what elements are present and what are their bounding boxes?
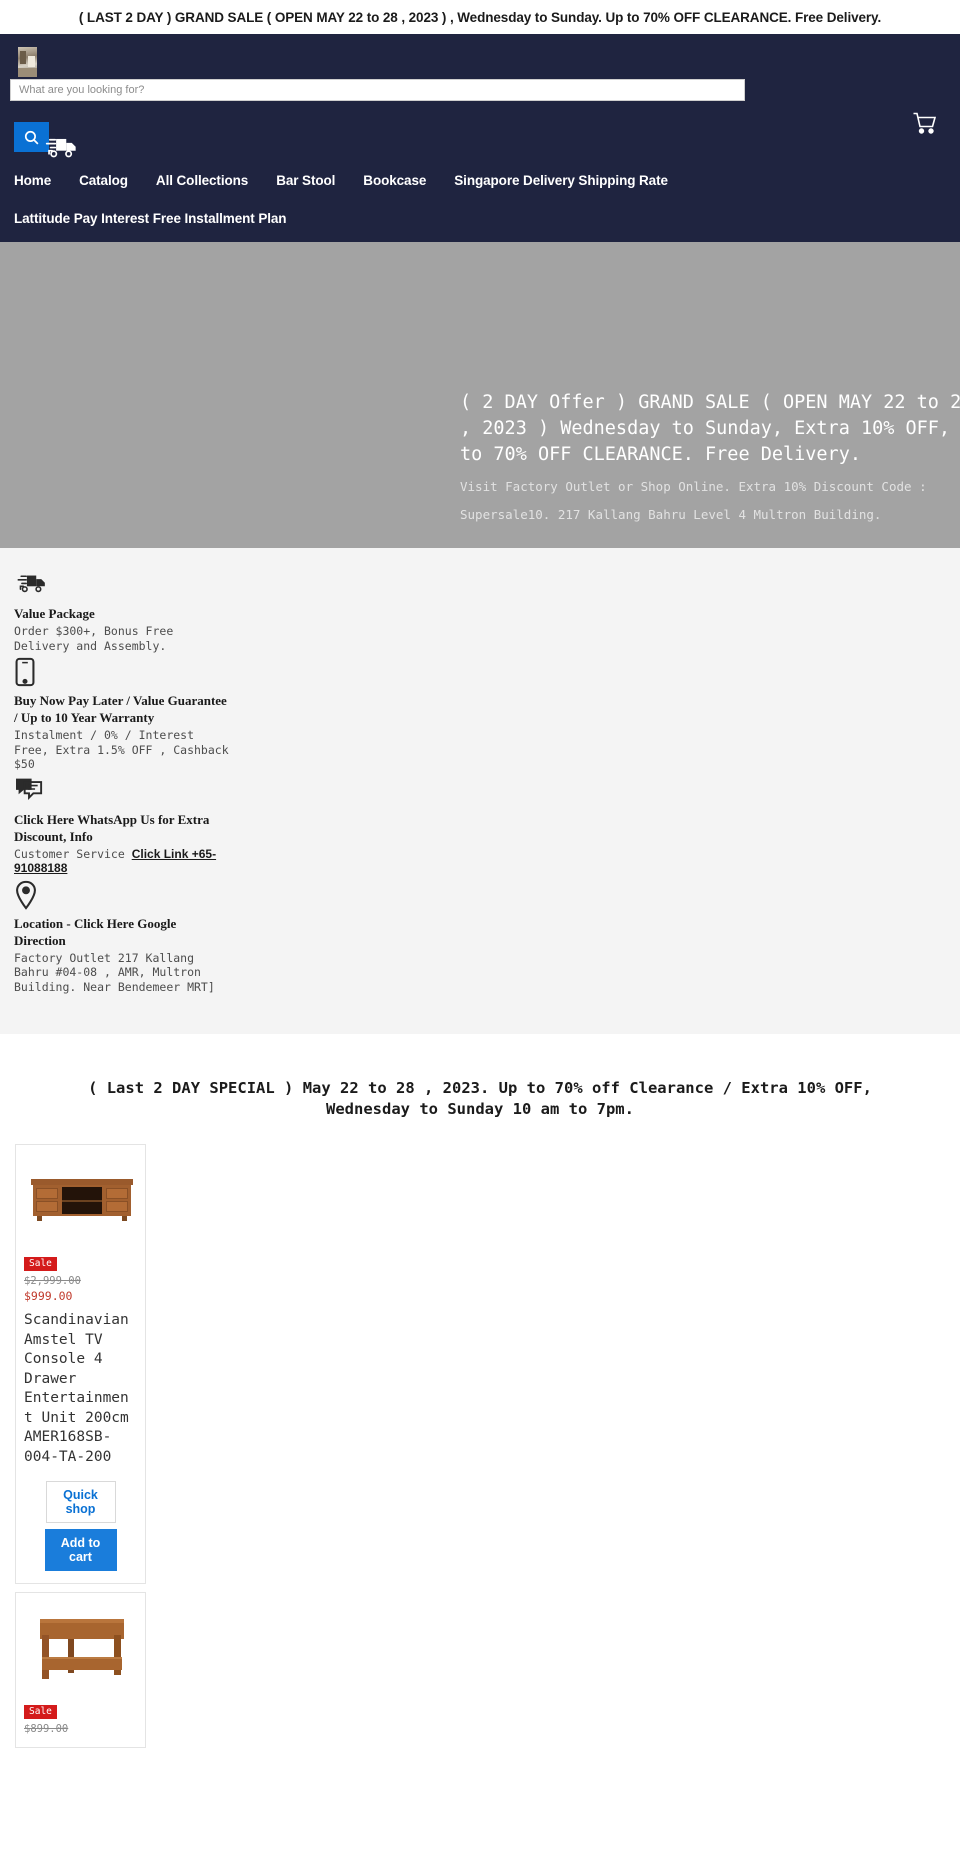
store-logo[interactable] [18,47,37,77]
nav-item-bookcase[interactable]: Bookcase [363,173,426,188]
hero-title-line-3: to 70% OFF CLEARANCE. Free Delivery. [460,444,861,465]
hero-subtitle-line-1: Visit Factory Outlet or Shop Online. Ext… [460,479,927,494]
feature-title: Location - Click Here Google Direction [14,915,177,948]
hero-title-line-1: ( 2 DAY Offer ) GRAND SALE ( OPEN MAY 22… [460,392,960,413]
map-pin-icon [14,880,229,910]
announcement-text: ( LAST 2 DAY ) GRAND SALE ( OPEN MAY 22 … [78,9,882,25]
delivery-truck-icon [14,570,229,600]
feature-text: Instalment / 0% / Interest Free, Extra 1… [14,728,229,771]
nav-row-primary: Home Catalog All Collections Bar Stool B… [14,162,960,198]
feature-title: Value Package [14,606,95,621]
mobile-phone-icon [14,657,229,687]
main-navigation: Home Catalog All Collections Bar Stool B… [0,162,960,238]
add-to-cart-button[interactable]: Add to cart [44,1529,117,1571]
list-item: Sale $899.00 [10,1592,960,1748]
hero-content: ( 2 DAY Offer ) GRAND SALE ( OPEN MAY 22… [460,390,960,548]
hero-banner: ( 2 DAY Offer ) GRAND SALE ( OPEN MAY 22… [0,242,960,548]
price-original: $2,999.00 [24,1275,81,1287]
feature-value-package: Value Package Order $300+, Bonus Free De… [14,570,229,653]
feature-text: Customer Service Click Link +65-91088188 [14,847,229,876]
nav-item-shipping-rate[interactable]: Singapore Delivery Shipping Rate [454,173,668,188]
nav-item-lattitude-pay[interactable]: Lattitude Pay Interest Free Installment … [14,211,287,226]
status-badge: Sale [24,1257,57,1271]
product-image-tv-console[interactable] [24,1161,139,1239]
status-badge: Sale [24,1705,57,1719]
collection-heading-line-1: ( Last 2 DAY SPECIAL ) May 22 to 28 , 20… [88,1079,872,1097]
feature-title: Click Here WhatsApp Us for Extra Discoun… [14,811,210,844]
search-input[interactable] [10,79,745,101]
hero-title-line-2: , 2023 ) Wednesday to Sunday, Extra 10% … [460,418,960,439]
tv-console-illustration [31,1179,133,1222]
side-table-illustration [36,1617,128,1681]
feature-title: Buy Now Pay Later / Value Guarantee / Up… [14,693,227,725]
list-item: Sale $2,999.00 $999.00 Scandinavian Amst… [10,1144,960,1584]
feature-whatsapp: Click Here WhatsApp Us for Extra Discoun… [14,776,229,876]
quick-shop-button[interactable]: Quick shop [45,1481,116,1523]
search-field-wrapper [10,79,745,101]
site-header: Home Catalog All Collections Bar Stool B… [0,34,960,242]
product-title[interactable]: Scandinavian Amstel TV Console 4 Drawer … [24,1311,137,1467]
hero-subtitle-line-2: Supersale10. 217 Kallang Bahru Level 4 M… [460,507,882,522]
nav-item-home[interactable]: Home [14,173,51,188]
price-original: $899.00 [24,1723,69,1735]
collection-heading: ( Last 2 DAY SPECIAL ) May 22 to 28 , 20… [0,1078,960,1120]
collection-heading-line-2: Wednesday to Sunday 10 am to 7pm. [326,1100,634,1118]
feature-buy-now-pay-later: Buy Now Pay Later / Value Guarantee / Up… [14,657,229,772]
announcement-bar: ( LAST 2 DAY ) GRAND SALE ( OPEN MAY 22 … [0,0,960,34]
features-section: Value Package Order $300+, Bonus Free De… [0,548,960,1034]
nav-item-bar-stool[interactable]: Bar Stool [276,173,335,188]
product-grid: Sale $2,999.00 $999.00 Scandinavian Amst… [0,1144,960,1748]
feature-location: Location - Click Here Google Direction F… [14,880,229,995]
collection-section: ( Last 2 DAY SPECIAL ) May 22 to 28 , 20… [0,1034,960,1748]
cart-button[interactable] [912,110,938,136]
feature-text: Factory Outlet 217 Kallang Bahru #04-08 … [14,950,215,994]
nav-item-all-collections[interactable]: All Collections [156,173,248,188]
price-sale: $999.00 [24,1289,73,1303]
feature-text-prefix: Customer Service [14,846,132,861]
header-top [0,34,960,162]
product-card[interactable]: Sale $2,999.00 $999.00 Scandinavian Amst… [15,1144,146,1584]
nav-row-secondary: Lattitude Pay Interest Free Installment … [14,198,960,238]
feature-text: Order $300+, Bonus Free Delivery and Ass… [14,624,174,653]
chat-bubble-icon [14,776,229,806]
search-icon [24,130,39,144]
delivery-truck-icon [42,133,78,159]
product-card[interactable]: Sale $899.00 [15,1592,146,1748]
shopping-cart-icon [913,112,937,134]
nav-item-catalog[interactable]: Catalog [79,173,128,188]
product-image-side-table[interactable] [24,1609,139,1687]
